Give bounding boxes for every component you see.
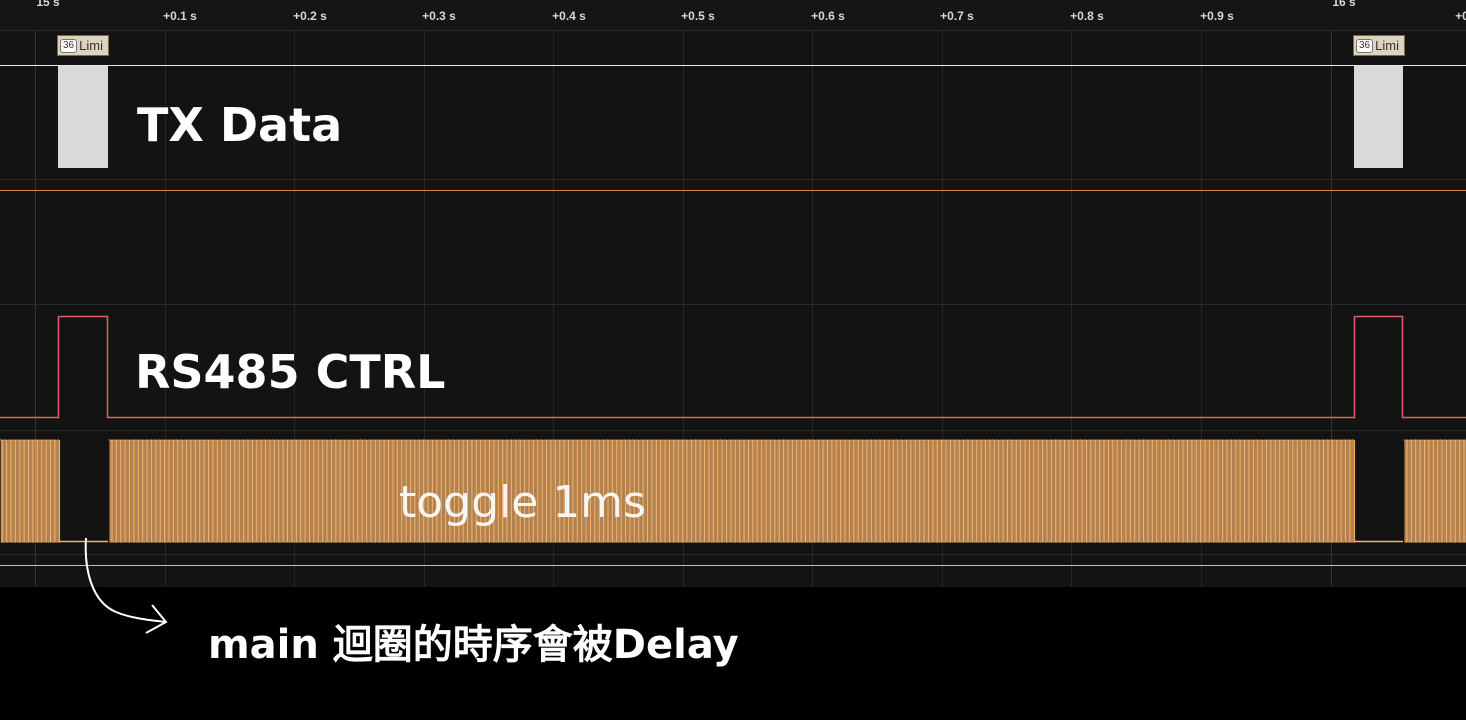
- waveform-view[interactable]: 15 s +0.1 s +0.2 s +0.3 s +0.4 s +0.5 s …: [0, 0, 1466, 587]
- annotation-text: main 迴圈的時序會被Delay: [208, 622, 739, 668]
- toggle-square-wave: [0, 439, 1466, 543]
- logic-analyzer-screenshot: 15 s +0.1 s +0.2 s +0.3 s +0.4 s +0.5 s …: [0, 0, 1466, 720]
- waveform-canvas: [0, 315, 1466, 566]
- tx-data-label: TX Data: [137, 98, 343, 152]
- arrow-head-icon: [145, 604, 168, 634]
- toggle-label: toggle 1ms: [399, 477, 647, 528]
- rs485-ctrl-label: RS485 CTRL: [135, 345, 446, 399]
- toggle-trace: [0, 439, 1466, 543]
